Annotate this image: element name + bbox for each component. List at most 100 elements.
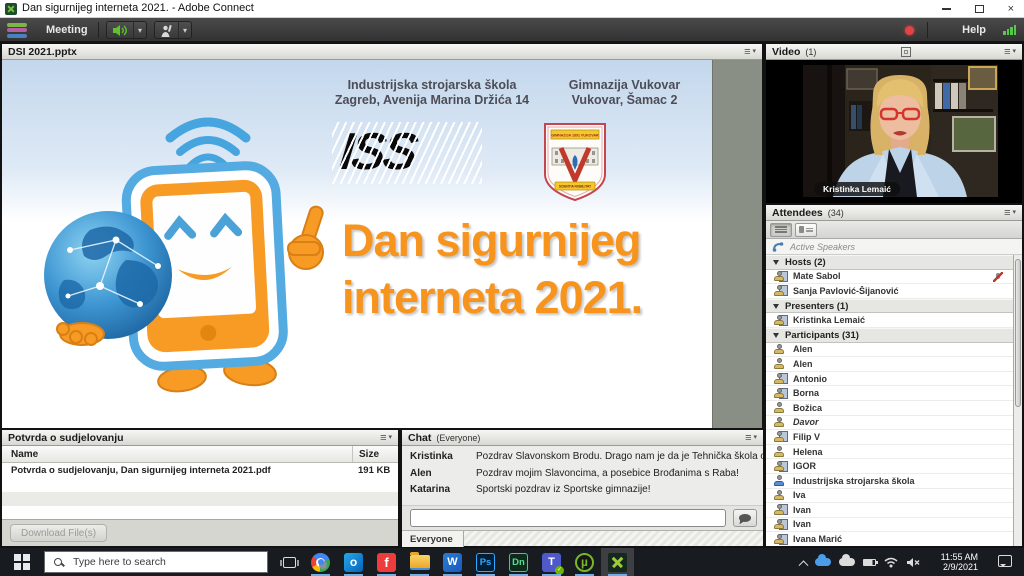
raise-hand-dropdown[interactable]: ▾ [178, 22, 191, 38]
attendee-row[interactable]: Ivan [766, 503, 1013, 518]
attendee-name: Božica [793, 403, 822, 413]
task-view-button[interactable] [276, 548, 303, 576]
pod-menu-icon[interactable]: ≡ [380, 433, 392, 443]
minimize-button[interactable] [942, 8, 951, 10]
file-explorer-icon[interactable] [403, 548, 436, 576]
adobe-connect-icon[interactable] [601, 548, 634, 576]
chat-input[interactable] [410, 509, 726, 527]
action-center-icon[interactable] [998, 555, 1012, 567]
attendees-count: (34) [828, 208, 844, 218]
facebook-icon[interactable]: f [370, 548, 403, 576]
teams-icon[interactable]: T [535, 548, 568, 576]
adobe-connect-glyph [608, 553, 627, 572]
outlook-icon[interactable]: o [337, 548, 370, 576]
cloud-sync-icon[interactable] [839, 558, 855, 566]
attendees-scrollbar[interactable] [1013, 255, 1022, 546]
attendee-row[interactable]: Sanja Pavlović-Šijanović [766, 284, 1013, 299]
send-message-button[interactable] [733, 509, 757, 527]
webcam-feed-image [803, 65, 998, 197]
meeting-menu[interactable]: Meeting [46, 18, 88, 42]
close-button[interactable]: × [1008, 0, 1014, 18]
pod-resize-icon[interactable] [901, 47, 911, 57]
attendee-avatar-icon [773, 402, 786, 413]
attendee-row[interactable]: Alen [766, 357, 1013, 372]
status-view-icon [799, 226, 813, 233]
attendee-avatar-icon [773, 285, 786, 296]
status-view-button[interactable] [795, 223, 817, 237]
column-size[interactable]: Size [352, 446, 398, 462]
column-name[interactable]: Name [2, 449, 352, 460]
chrome-icon[interactable] [304, 548, 337, 576]
attendee-group-header[interactable]: Presenters (1) [766, 299, 1013, 314]
attendee-group-header[interactable]: Participants (31) [766, 328, 1013, 343]
list-view-button[interactable] [770, 223, 792, 237]
attendee-row[interactable]: Helena [766, 445, 1013, 460]
attendee-group-header[interactable]: Hosts (2) [766, 255, 1013, 270]
attendee-row[interactable]: Ivana Marić [766, 532, 1013, 546]
attendee-row[interactable]: Božica [766, 401, 1013, 416]
attendee-row[interactable]: Davor [766, 416, 1013, 431]
speaker-dropdown[interactable]: ▾ [133, 22, 146, 38]
school-right-text: Gimnazija Vukovar Vukovar, Šamac 2 [537, 78, 712, 108]
attendee-avatar-icon [773, 504, 786, 515]
chat-message-text: Pozdrav Slavonskom Brodu. Drago nam je d… [476, 451, 763, 462]
pod-menu-icon[interactable]: ≡ [1004, 47, 1016, 57]
globe [44, 211, 172, 339]
attendee-name: Kristinka Lemaić [793, 315, 865, 325]
share-pod: DSI 2021.pptx ≡ Industrijska strojarska … [2, 44, 762, 428]
video-count: (1) [805, 47, 816, 57]
start-button[interactable] [0, 548, 44, 576]
connection-signal-icon [1003, 25, 1016, 35]
attendee-avatar-icon [773, 490, 786, 501]
photoshop-glyph: Ps [476, 553, 495, 572]
chat-scope: (Everyone) [436, 433, 480, 443]
attendee-row[interactable]: Kristinka Lemaić [766, 313, 1013, 328]
chat-message-list: KristinkaPozdrav Slavonskom Brodu. Drago… [402, 446, 763, 506]
attendee-avatar-icon [773, 431, 786, 442]
taskbar-app-icons: of W Ps Dn Tµ [304, 548, 634, 576]
dimension-icon[interactable]: Dn [502, 548, 535, 576]
onedrive-icon[interactable] [815, 558, 831, 566]
chat-pod: Chat (Everyone) ≡ KristinkaPozdrav Slavo… [402, 430, 763, 546]
attendee-row[interactable]: Filip V [766, 430, 1013, 445]
tab-everyone[interactable]: Everyone [402, 531, 464, 547]
chat-input-row [402, 506, 763, 530]
adobe-connect-logo-icon [7, 21, 27, 39]
attendee-avatar-icon [773, 373, 786, 384]
attendee-row[interactable]: Ivan [766, 518, 1013, 533]
pod-menu-icon[interactable]: ≡ [745, 433, 757, 443]
chat-message: KatarinaSportski pozdrav iz Športske gim… [410, 484, 763, 496]
attendee-row[interactable]: Alen [766, 343, 1013, 358]
taskbar-search[interactable] [44, 551, 268, 573]
attendee-row[interactable]: Antonio [766, 372, 1013, 387]
help-menu[interactable]: Help [962, 18, 986, 42]
attendee-row[interactable]: Mate Sabol [766, 270, 1013, 285]
download-files-button[interactable]: Download File(s) [10, 524, 107, 542]
wifi-icon[interactable] [884, 557, 898, 568]
active-speakers-label: Active Speakers [790, 242, 855, 252]
raise-hand-button[interactable]: ▾ [154, 21, 192, 39]
attendee-avatar-icon [773, 388, 786, 399]
file-row[interactable]: Potvrda o sudjelovanju, Dan sigurnijeg i… [2, 463, 398, 478]
teams-glyph: T [542, 553, 561, 572]
search-input[interactable] [71, 555, 241, 569]
scrollbar-thumb[interactable] [1015, 259, 1021, 407]
tray-expand-icon[interactable] [799, 560, 809, 570]
volume-muted-icon[interactable] [906, 557, 920, 568]
photoshop-icon[interactable]: Ps [469, 548, 502, 576]
attendee-row[interactable]: IGOR [766, 459, 1013, 474]
battery-icon[interactable] [863, 559, 876, 566]
maximize-button[interactable] [975, 5, 984, 13]
outlook-glyph: o [344, 553, 363, 572]
speaker-button[interactable]: ▾ [106, 21, 147, 39]
word-icon[interactable]: W [436, 548, 469, 576]
attendee-row[interactable]: Iva [766, 489, 1013, 504]
pod-menu-icon[interactable]: ≡ [1004, 208, 1016, 218]
pod-menu-icon[interactable]: ≡ [744, 47, 756, 57]
attendee-row[interactable]: Industrijska strojarska škola [766, 474, 1013, 489]
taskbar-clock[interactable]: 11:55 AM 2/9/2021 [941, 552, 978, 573]
wifi-waves-icon [170, 122, 246, 166]
attendee-row[interactable]: Borna [766, 386, 1013, 401]
utorrent-icon[interactable]: µ [568, 548, 601, 576]
raise-hand-icon [155, 22, 178, 38]
